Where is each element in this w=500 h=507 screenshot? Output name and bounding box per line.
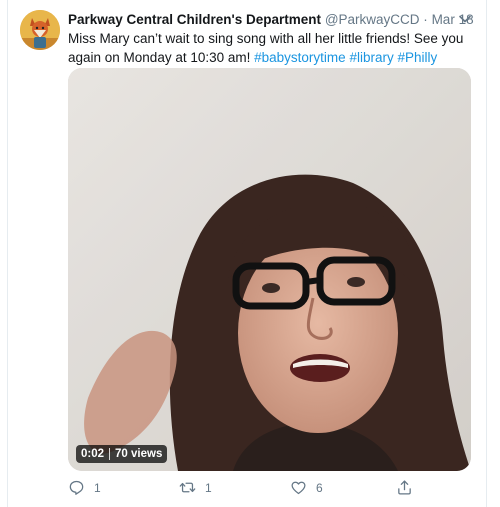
hashtag-link[interactable]: #babystorytime xyxy=(254,50,346,65)
retweet-icon xyxy=(179,482,196,493)
retweet-count: 1 xyxy=(205,480,212,495)
reply-icon xyxy=(69,480,84,495)
video-frame xyxy=(68,68,471,471)
reply-count: 1 xyxy=(94,480,101,495)
like-button[interactable]: 6 xyxy=(290,479,323,496)
like-count: 6 xyxy=(316,480,323,495)
avatar[interactable] xyxy=(20,10,60,50)
tweet-text: Miss Mary can’t wait to sing song with a… xyxy=(68,29,468,67)
badge-divider xyxy=(109,448,111,460)
video-views: 70 views xyxy=(115,448,163,460)
separator-dot: · xyxy=(423,12,428,27)
video-time: 0:02 xyxy=(81,448,105,460)
video-player[interactable]: 0:02 70 views xyxy=(68,68,471,471)
author-handle[interactable]: @ParkwayCCD xyxy=(325,12,420,27)
share-button[interactable] xyxy=(396,479,422,496)
more-options-button[interactable] xyxy=(456,10,474,28)
author-name[interactable]: Parkway Central Children's Department xyxy=(68,12,321,27)
tweet-card[interactable]: Parkway Central Children's Department @P… xyxy=(7,0,487,507)
reply-button[interactable]: 1 xyxy=(68,479,101,496)
retweet-button[interactable]: 1 xyxy=(179,479,212,496)
fox-avatar-icon xyxy=(20,10,60,50)
hashtag-link[interactable]: #Philly xyxy=(397,50,437,65)
hashtag-link[interactable]: #library xyxy=(349,50,393,65)
chevron-down-icon xyxy=(459,15,471,23)
heart-icon xyxy=(291,481,306,495)
tweet-header: Parkway Central Children's Department @P… xyxy=(68,11,474,29)
share-icon xyxy=(398,480,411,495)
tweet-actions: 1 1 6 xyxy=(68,479,428,499)
video-info-badge: 0:02 70 views xyxy=(76,445,168,463)
